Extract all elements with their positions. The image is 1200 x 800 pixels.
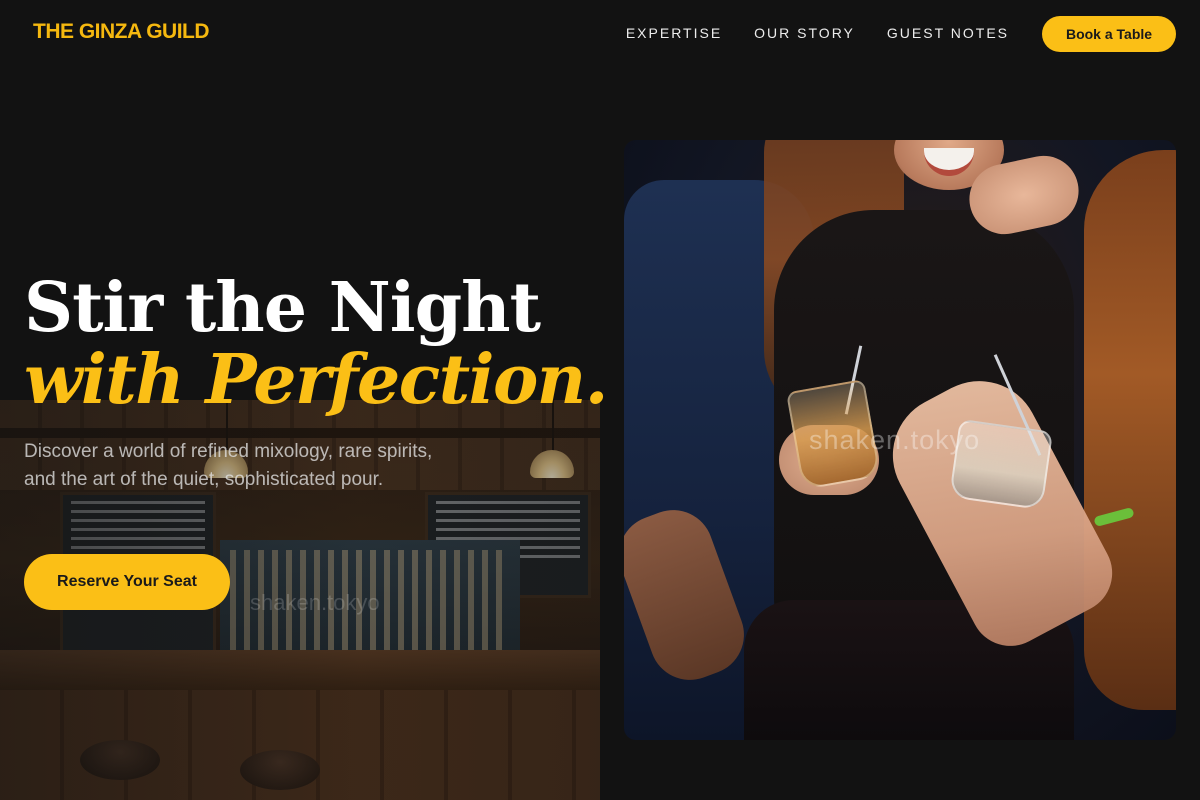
nav-link-expertise[interactable]: EXPERTISE [626, 25, 722, 41]
guests-toasting-photo: shaken.tokyo [624, 140, 1176, 740]
book-table-button[interactable]: Book a Table [1042, 16, 1176, 52]
page: THE GINZA GUILD EXPERTISE OUR STORY GUES… [0, 0, 1200, 800]
photo-watermark: shaken.tokyo [809, 425, 981, 455]
hero-description: Discover a world of refined mixology, ra… [24, 441, 433, 490]
main-nav: EXPERTISE OUR STORY GUEST NOTES [626, 25, 1009, 41]
hero-title-line2: with Perfection. [24, 340, 608, 420]
hero-title-line1: Stir the Night [24, 268, 541, 348]
nav-link-our-story[interactable]: OUR STORY [754, 25, 855, 41]
bar-image-watermark: shaken.tokyo [250, 590, 380, 615]
nav-link-guest-notes[interactable]: GUEST NOTES [887, 25, 1009, 41]
brand-logo[interactable]: THE GINZA GUILD [33, 20, 210, 44]
site-header: THE GINZA GUILD EXPERTISE OUR STORY GUES… [0, 0, 1200, 68]
reserve-seat-button[interactable]: Reserve Your Seat [24, 554, 230, 610]
